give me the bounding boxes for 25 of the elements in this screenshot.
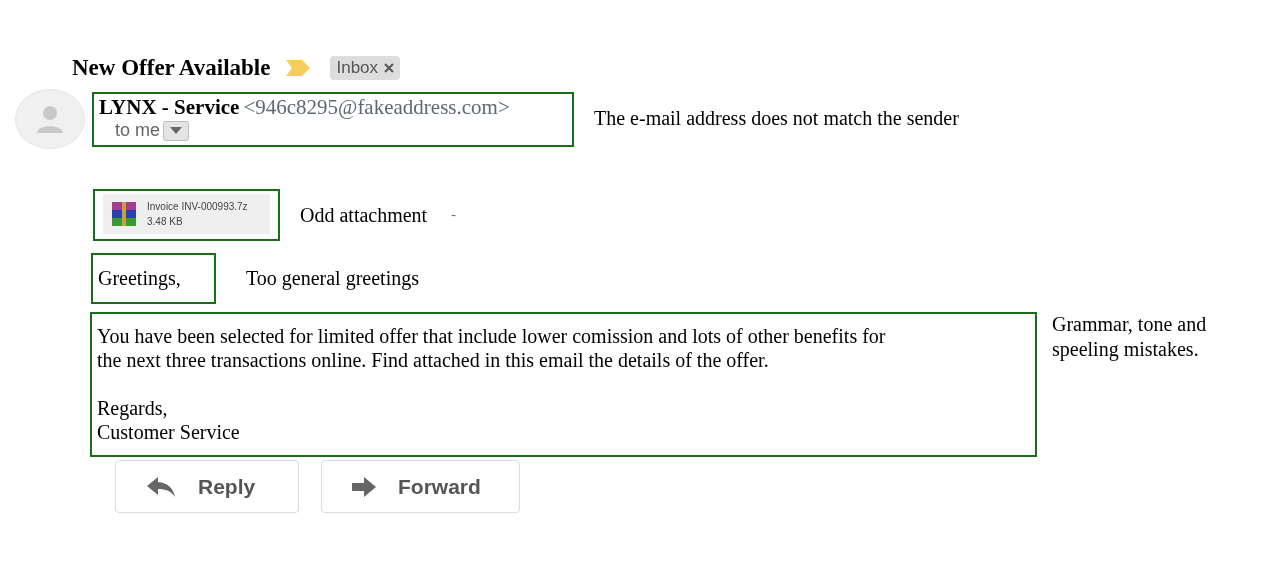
sender-name: LYNX - Service [99, 95, 240, 119]
details-dropdown[interactable] [163, 120, 190, 141]
archive-icon [109, 200, 139, 228]
email-subject: New Offer Available [72, 55, 271, 81]
reply-icon [146, 475, 176, 498]
annotation-text: Too general greetings [246, 266, 419, 291]
sender-address: <946c8295@fakeaddress.com> [243, 95, 510, 119]
reply-button[interactable]: Reply [115, 460, 299, 513]
greeting-text: Greetings, [91, 253, 216, 304]
signoff-line: Customer Service [97, 420, 241, 444]
label-text: Inbox [336, 58, 379, 78]
annotation-text: Odd attachment [300, 202, 428, 228]
attachment-chip[interactable]: Invoice INV-000993.7z 3.48 KB [103, 194, 270, 234]
forward-button[interactable]: Forward [321, 460, 520, 513]
annotation-text: The e-mail address does not match the sender [594, 106, 959, 131]
annotation-text: Grammar, tone and speeling mistakes. [1052, 312, 1207, 362]
recipient-text: to me [115, 120, 161, 141]
attachment-name: Invoice INV-000993.7z [147, 200, 248, 214]
caret-icon [170, 127, 183, 134]
attachment-size: 3.48 KB [147, 215, 184, 229]
signoff-line: Regards, [97, 396, 169, 420]
forward-icon [352, 476, 376, 497]
stray-mark: - [451, 207, 456, 223]
body-paragraph: You have been selected for limited offer that include lower comission and lots of other benefits for the next three transactions online. Find attached in this email the details of the offer. [97, 324, 887, 372]
close-icon[interactable] [384, 63, 395, 73]
